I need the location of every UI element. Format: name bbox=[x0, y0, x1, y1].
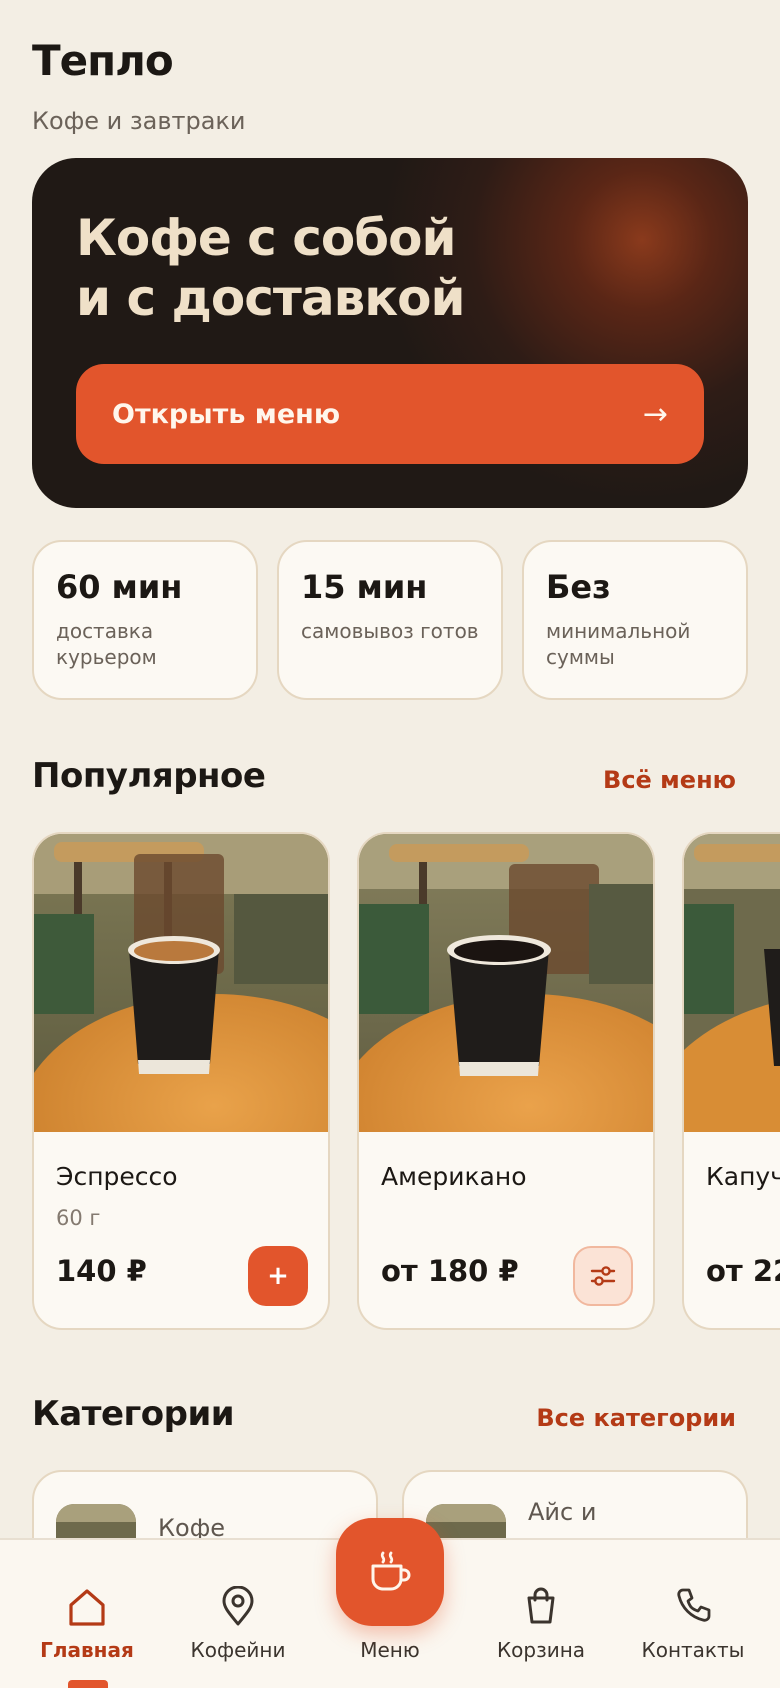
all-menu-link[interactable]: Всё меню bbox=[603, 766, 736, 794]
phone-icon bbox=[677, 1588, 711, 1622]
product-card-cappuccino[interactable]: Капуч от 22 bbox=[682, 832, 780, 1330]
tab-label: Меню bbox=[360, 1638, 420, 1662]
categories-title: Категории bbox=[32, 1394, 235, 1434]
product-card-espresso[interactable]: Эспрессо 60 г 140 ₽ + bbox=[32, 832, 330, 1330]
tab-cart[interactable]: Корзина bbox=[466, 1540, 616, 1662]
tab-label: Кофейни bbox=[190, 1638, 286, 1662]
all-categories-link[interactable]: Все категории bbox=[536, 1404, 736, 1432]
tab-coffee-shops[interactable]: Кофейни bbox=[163, 1540, 313, 1662]
category-label: Айс и bbox=[528, 1498, 597, 1526]
stat-delivery: 60 мин доставка курьером bbox=[32, 540, 258, 700]
stat-value: 60 мин bbox=[56, 568, 183, 606]
product-name: Американо bbox=[381, 1162, 527, 1191]
hero-banner: Кофе с собой и с доставкой Открыть меню … bbox=[32, 158, 748, 508]
stat-value: 15 мин bbox=[301, 568, 428, 606]
add-to-cart-button[interactable]: + bbox=[248, 1246, 308, 1306]
product-card-americano[interactable]: Американо от 180 ₽ bbox=[357, 832, 655, 1330]
brand-title: Тепло bbox=[32, 36, 174, 85]
product-photo bbox=[359, 834, 653, 1132]
tab-label: Корзина bbox=[496, 1638, 586, 1662]
product-price: 140 ₽ bbox=[56, 1254, 147, 1288]
stat-minimum: Без минимальной суммы bbox=[522, 540, 748, 700]
product-photo bbox=[34, 834, 328, 1132]
product-photo bbox=[684, 834, 780, 1132]
product-name: Эспрессо bbox=[56, 1162, 178, 1191]
product-price: от 180 ₽ bbox=[381, 1254, 519, 1288]
home-icon bbox=[69, 1589, 105, 1626]
menu-fab-button[interactable] bbox=[336, 1518, 444, 1626]
brand-tagline: Кофе и завтраки bbox=[32, 107, 246, 135]
active-tab-indicator bbox=[68, 1680, 108, 1688]
stat-caption: самовывоз готов bbox=[301, 619, 479, 643]
shopping-bag-icon bbox=[527, 1587, 555, 1624]
tab-label: Контакты bbox=[641, 1638, 745, 1662]
product-name: Капуч bbox=[706, 1162, 780, 1191]
coffee-cup-icon bbox=[371, 1551, 411, 1591]
open-menu-button[interactable]: Открыть меню → bbox=[76, 364, 704, 464]
stat-caption: минимальной суммы bbox=[546, 619, 691, 669]
stat-value: Без bbox=[546, 568, 611, 606]
stat-pickup: 15 мин самовывоз готов bbox=[277, 540, 503, 700]
open-menu-label: Открыть меню bbox=[112, 398, 341, 430]
map-pin-icon bbox=[222, 1586, 254, 1626]
options-sliders-icon bbox=[590, 1266, 616, 1286]
popular-title: Популярное bbox=[32, 756, 266, 796]
hero-title: Кофе с собой и с доставкой bbox=[76, 209, 466, 327]
popular-carousel[interactable]: Эспрессо 60 г 140 ₽ + Американо от 180 ₽… bbox=[32, 832, 780, 1330]
product-weight: 60 г bbox=[56, 1206, 101, 1230]
header: Тепло Кофе и завтраки bbox=[32, 36, 246, 135]
tab-contacts[interactable]: Контакты bbox=[618, 1540, 768, 1662]
service-stats: 60 мин доставка курьером 15 мин самовыво… bbox=[32, 540, 748, 700]
plus-icon: + bbox=[267, 1261, 289, 1291]
product-price: от 22 bbox=[706, 1254, 780, 1288]
tab-home[interactable]: Главная bbox=[12, 1540, 162, 1662]
arrow-right-icon: → bbox=[642, 396, 668, 432]
tab-label: Главная bbox=[40, 1638, 134, 1662]
choose-options-button[interactable] bbox=[573, 1246, 633, 1306]
stat-caption: доставка курьером bbox=[56, 619, 157, 669]
